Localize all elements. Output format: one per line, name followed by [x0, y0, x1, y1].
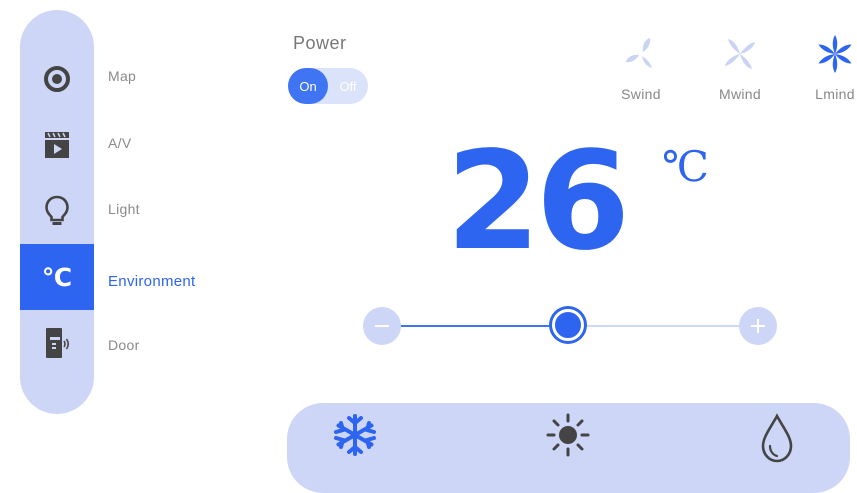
temperature-unit: ℃ — [662, 142, 709, 191]
clapperboard-play-icon — [37, 125, 77, 165]
sidebar-item-door[interactable] — [20, 310, 94, 376]
sidebar-item-environment[interactable]: ℃ — [20, 244, 94, 310]
fan-4-blade-icon — [725, 39, 755, 69]
water-drop-icon — [761, 413, 793, 463]
sidebar-item-av[interactable] — [20, 112, 94, 178]
sidebar-item-map[interactable] — [20, 46, 94, 112]
door-lock-icon — [37, 323, 77, 363]
temperature-slider-thumb[interactable] — [549, 306, 587, 344]
mode-cool-button[interactable] — [327, 413, 383, 469]
wind-mode-lmind[interactable]: Lmind — [800, 34, 857, 104]
wind-mode-swind-label: Swind — [621, 86, 661, 102]
sidebar-item-light[interactable] — [20, 178, 94, 244]
wind-mode-lmind-label: Lmind — [815, 86, 855, 102]
celsius-icon: ℃ — [41, 262, 73, 292]
wind-mode-swind[interactable]: Swind — [606, 34, 676, 104]
lightbulb-icon — [37, 191, 77, 231]
power-off-option[interactable]: Off — [330, 68, 366, 104]
mode-bar — [287, 403, 850, 493]
temperature-slider-fill — [400, 325, 568, 327]
fan-2-blade-icon — [626, 38, 652, 68]
sidebar: ℃ — [20, 10, 94, 414]
fan-6-blade-icon — [818, 35, 852, 73]
sidebar-item-av-label[interactable]: A/V — [108, 135, 131, 151]
mode-heat-button[interactable] — [540, 413, 596, 469]
temperature-decrease-button[interactable] — [363, 307, 401, 345]
sidebar-item-environment-label[interactable]: Environment — [108, 273, 196, 290]
wind-mode-mwind-label: Mwind — [719, 86, 761, 102]
power-toggle[interactable]: On Off — [288, 68, 368, 104]
sun-icon — [546, 413, 590, 457]
power-title: Power — [293, 33, 347, 53]
sidebar-item-map-label[interactable]: Map — [108, 68, 136, 84]
snowflake-icon — [334, 414, 376, 456]
target-icon — [37, 59, 77, 99]
temperature-increase-button[interactable] — [739, 307, 777, 345]
sidebar-item-light-label[interactable]: Light — [108, 201, 140, 217]
power-on-option[interactable]: On — [288, 68, 328, 104]
mode-dry-button[interactable] — [749, 413, 805, 469]
temperature-value: 26 — [446, 123, 630, 281]
sidebar-item-door-label[interactable]: Door — [108, 337, 140, 353]
wind-mode-mwind[interactable]: Mwind — [705, 34, 775, 104]
